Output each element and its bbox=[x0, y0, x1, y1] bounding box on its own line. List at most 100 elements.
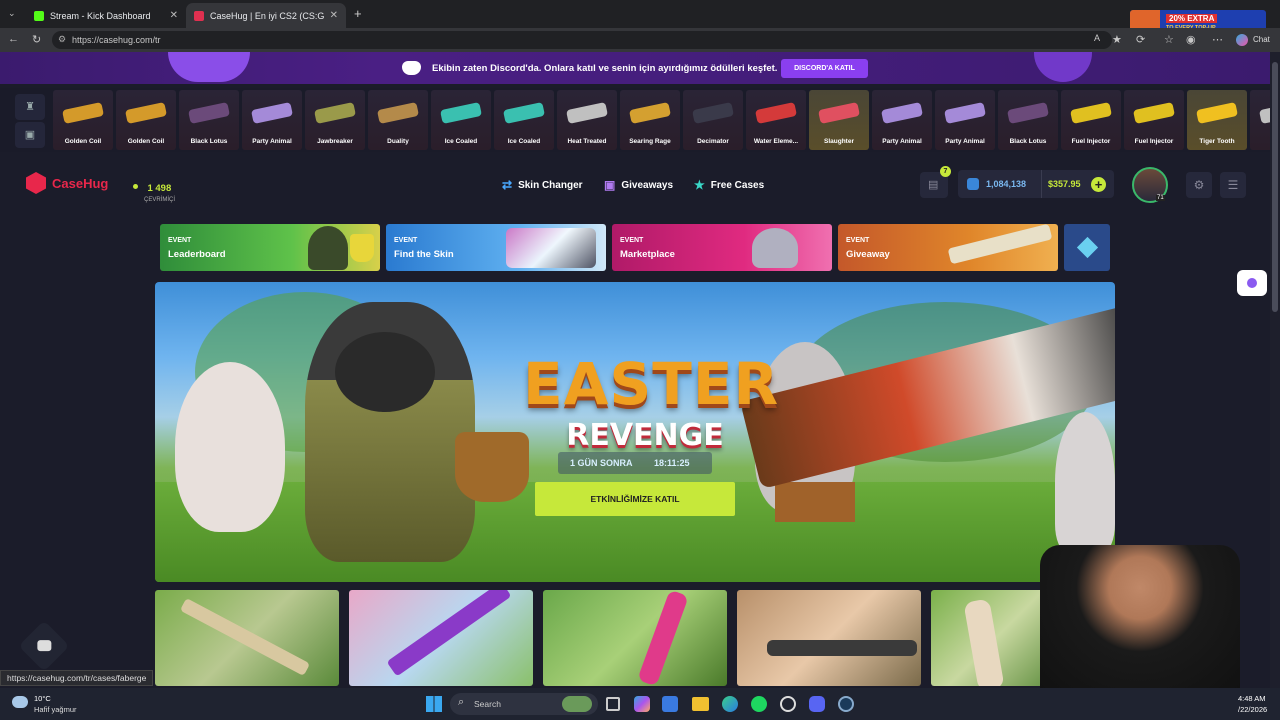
live-drop-item[interactable]: Water Eleme... bbox=[746, 90, 806, 150]
back-icon[interactable]: ← bbox=[8, 33, 19, 45]
case-art bbox=[386, 590, 512, 677]
live-drop-item[interactable]: Golden Coil bbox=[116, 90, 176, 150]
live-drop-item[interactable]: Black Lotus bbox=[998, 90, 1058, 150]
drops-filter-case-button[interactable]: ▣ bbox=[15, 122, 45, 148]
nav-skin-changer[interactable]: ⇄ Skin Changer bbox=[502, 178, 583, 192]
menu-dots-icon[interactable]: ⋯ bbox=[1212, 33, 1223, 46]
weapon-skin-icon bbox=[1006, 101, 1050, 125]
join-event-button[interactable]: ETKİNLİĞİMİZE KATIL bbox=[535, 482, 735, 516]
event-card-marketplace[interactable]: EVENT Marketplace bbox=[612, 224, 832, 271]
event-title: Leaderboard bbox=[168, 249, 226, 260]
menu-button[interactable]: ☰ bbox=[1220, 172, 1246, 198]
tab-title: CaseHug | En iyi CS2 (CS:GO) kasal bbox=[210, 10, 324, 21]
live-drop-item[interactable]: Heat Treated bbox=[557, 90, 617, 150]
online-label: ÇEVRİMİÇİ bbox=[144, 197, 176, 203]
weapon-skin-icon bbox=[943, 101, 987, 125]
event-card-leaderboard[interactable]: EVENT Leaderboard bbox=[160, 224, 380, 271]
live-drop-item[interactable]: Party Animal bbox=[935, 90, 995, 150]
join-discord-button[interactable]: DISCORD'A KATIL bbox=[781, 59, 868, 78]
clock-time[interactable]: 4:48 AM bbox=[1238, 694, 1266, 703]
live-drop-item[interactable]: Black Lotus bbox=[179, 90, 239, 150]
live-drop-item[interactable]: Ice Coaled bbox=[431, 90, 491, 150]
drop-name: Fuel Injector bbox=[1071, 138, 1111, 145]
live-drop-item[interactable]: Ice Coaled bbox=[494, 90, 554, 150]
copilot-taskbar-icon[interactable] bbox=[634, 696, 650, 712]
discord-taskbar-icon[interactable] bbox=[809, 696, 825, 712]
live-drop-item[interactable]: Tiger Tooth bbox=[1187, 90, 1247, 150]
favorite-star-icon[interactable]: ★ bbox=[1112, 33, 1122, 46]
close-tab-icon[interactable]: ✕ bbox=[170, 10, 178, 21]
site-info-icon[interactable]: ⚙ bbox=[58, 34, 66, 45]
logo[interactable]: CaseHug bbox=[26, 172, 108, 194]
support-chat-button[interactable] bbox=[18, 620, 70, 672]
reload-icon[interactable]: ↻ bbox=[32, 33, 41, 46]
tab-casehug[interactable]: CaseHug | En iyi CS2 (CS:GO) kasal ✕ bbox=[186, 3, 346, 28]
live-drop-item[interactable]: Party Animal bbox=[872, 90, 932, 150]
event-card-find-the-skin[interactable]: EVENT Find the Skin bbox=[386, 224, 606, 271]
new-tab-icon[interactable]: + bbox=[354, 6, 362, 21]
taskbar-search[interactable]: ⌕ Search bbox=[450, 693, 598, 715]
event-card-giveaway[interactable]: EVENT Giveaway bbox=[838, 224, 1058, 271]
steam-icon[interactable] bbox=[838, 696, 854, 712]
wallet-divider bbox=[1041, 170, 1042, 198]
file-explorer-icon[interactable] bbox=[692, 697, 709, 711]
case-tile[interactable] bbox=[349, 590, 533, 686]
page-scrollbar[interactable] bbox=[1270, 52, 1280, 688]
case-tile[interactable] bbox=[737, 590, 921, 686]
close-tab-icon[interactable]: ✕ bbox=[330, 10, 338, 21]
case-art bbox=[179, 597, 311, 677]
case-tile[interactable] bbox=[543, 590, 727, 686]
start-icon[interactable] bbox=[426, 696, 442, 712]
hero-banner[interactable]: EASTER REVENGE 1 GÜN SONRA 18:11:25 ETKİ… bbox=[155, 282, 1115, 582]
spotify-icon[interactable] bbox=[751, 696, 767, 712]
nav-free-cases[interactable]: ★ Free Cases bbox=[694, 178, 764, 192]
tab-list-icon[interactable]: ⌄ bbox=[8, 8, 16, 19]
profile-icon[interactable]: ◉ bbox=[1186, 33, 1196, 46]
weapon-skin-icon bbox=[439, 101, 483, 125]
live-drop-item[interactable]: Golden Coil bbox=[53, 90, 113, 150]
live-drop-item[interactable]: Decimator bbox=[683, 90, 743, 150]
live-drop-item[interactable]: Jawbreaker bbox=[305, 90, 365, 150]
read-aloud-icon[interactable]: A bbox=[1094, 33, 1100, 43]
gift-icon: ▣ bbox=[604, 178, 616, 192]
event-tag: EVENT bbox=[394, 237, 418, 244]
events-more-button[interactable] bbox=[1064, 224, 1110, 271]
favorites-icon[interactable]: ☆ bbox=[1164, 33, 1174, 46]
live-drop-item[interactable]: Fuel Injector bbox=[1124, 90, 1184, 150]
app-icon[interactable] bbox=[780, 696, 796, 712]
store-icon[interactable] bbox=[662, 696, 678, 712]
mascot-blob-right bbox=[1034, 52, 1092, 82]
live-drop-item[interactable]: Slaughter bbox=[809, 90, 869, 150]
live-drop-item[interactable]: Party Animal bbox=[242, 90, 302, 150]
add-funds-icon[interactable]: + bbox=[1091, 177, 1106, 192]
clock-date[interactable]: /22/2026 bbox=[1238, 705, 1267, 714]
rewards-gift-icon: ▤ bbox=[928, 179, 939, 191]
discord-banner-text: Ekibin zaten Discord'da. Onlara katıl ve… bbox=[432, 63, 778, 74]
settings-button[interactable]: ⚙ bbox=[1186, 172, 1212, 198]
weather-icon[interactable] bbox=[12, 696, 28, 708]
nav-giveaways[interactable]: ▣ Giveaways bbox=[604, 178, 673, 192]
url-field[interactable]: ⚙ https://casehug.com/tr bbox=[52, 31, 1112, 49]
floating-chat-button[interactable] bbox=[1237, 270, 1267, 296]
live-drop-item[interactable]: Duality bbox=[368, 90, 428, 150]
live-drop-item[interactable]: Searing Rage bbox=[620, 90, 680, 150]
drops-filter-user-button[interactable]: ♜ bbox=[15, 94, 45, 120]
avatar[interactable]: 71 bbox=[1132, 167, 1168, 203]
rewards-button[interactable]: ▤ 7 bbox=[920, 166, 951, 198]
weapon-skin-icon bbox=[313, 101, 357, 125]
task-view-icon[interactable] bbox=[606, 697, 620, 711]
discord-banner: Ekibin zaten Discord'da. Onlara katıl ve… bbox=[0, 52, 1270, 84]
extensions-icon[interactable]: ⟳ bbox=[1136, 33, 1145, 46]
chat-label[interactable]: Chat bbox=[1253, 35, 1270, 44]
wallet[interactable]: 1,084,138 $357.95 + bbox=[958, 170, 1114, 198]
online-dot-icon bbox=[133, 184, 138, 190]
copilot-icon[interactable] bbox=[1236, 34, 1248, 46]
tab-kick[interactable]: Stream - Kick Dashboard ✕ bbox=[26, 3, 186, 28]
case-tile[interactable] bbox=[155, 590, 339, 686]
weapon-skin-icon bbox=[61, 101, 105, 125]
live-drop-item[interactable]: Fuel Injector bbox=[1061, 90, 1121, 150]
floating-chat-icon bbox=[1247, 278, 1257, 288]
drop-name: Black Lotus bbox=[190, 138, 228, 145]
edge-icon[interactable] bbox=[722, 696, 738, 712]
scrollbar-thumb[interactable] bbox=[1272, 62, 1278, 312]
